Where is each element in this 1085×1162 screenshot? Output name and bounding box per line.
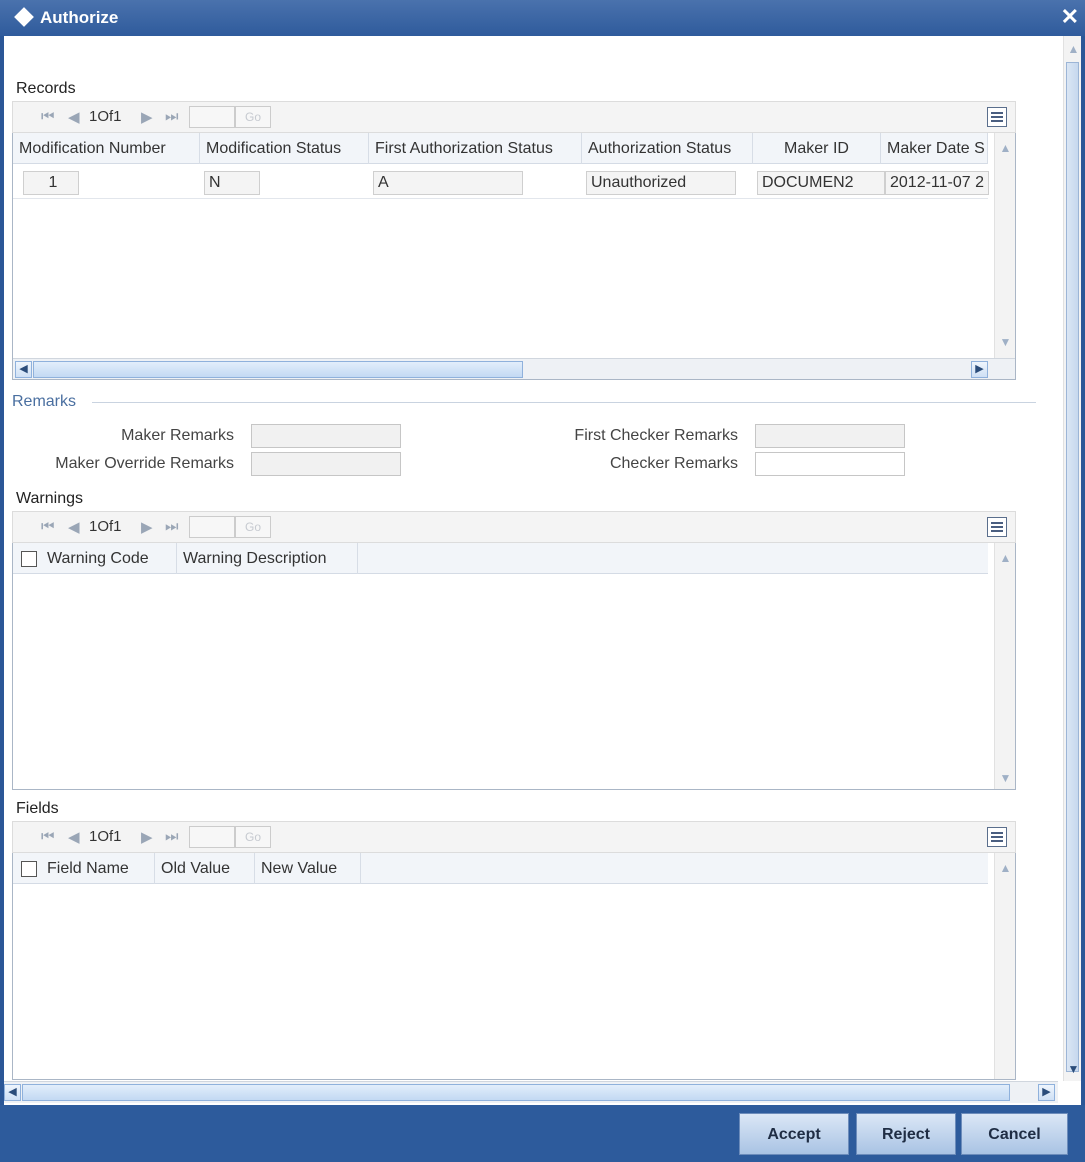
- maker-remarks-label: Maker Remarks: [121, 427, 234, 444]
- warnings-go-button[interactable]: Go: [235, 516, 271, 538]
- scroll-down-icon[interactable]: ▼: [996, 333, 1015, 351]
- first-checker-remarks-label: First Checker Remarks: [574, 427, 738, 444]
- fields-page-input[interactable]: [189, 826, 235, 848]
- prev-page-icon[interactable]: ◀: [68, 108, 80, 126]
- col-maker-date[interactable]: Maker Date S: [881, 133, 988, 164]
- accept-button[interactable]: Accept: [739, 1113, 849, 1155]
- cell-first-authorization-status: A: [373, 171, 523, 195]
- scroll-up-icon[interactable]: ▲: [1064, 40, 1081, 58]
- records-toolbar: ⏮ ◀ 1Of1 ▶ ⏭ Go: [12, 101, 1016, 133]
- select-all-checkbox[interactable]: [21, 861, 37, 877]
- checker-remarks-label: Checker Remarks: [609, 455, 738, 472]
- warnings-vertical-scrollbar[interactable]: ▲ ▼: [994, 543, 1015, 789]
- scroll-down-icon[interactable]: ▼: [1064, 1060, 1081, 1078]
- grid-settings-icon[interactable]: [987, 107, 1007, 127]
- scroll-down-icon[interactable]: ▼: [996, 769, 1015, 787]
- records-hscroll-thumb[interactable]: [33, 361, 523, 378]
- grid-settings-icon[interactable]: [987, 517, 1007, 537]
- fields-toolbar: ⏮ ◀ 1Of1 ▶ ⏭ Go: [12, 821, 1016, 853]
- cell-authorization-status: Unauthorized: [586, 171, 736, 195]
- col-warning-code[interactable]: Warning Code: [41, 543, 177, 574]
- window-title: Authorize: [40, 8, 119, 27]
- records-header: Modification Number Modification Status …: [13, 133, 988, 164]
- scroll-left-icon[interactable]: ◀: [15, 361, 32, 378]
- window-titlebar: Authorize ✕: [0, 0, 1085, 36]
- first-page-icon[interactable]: ⏮: [41, 828, 55, 845]
- prev-page-icon[interactable]: ◀: [68, 828, 80, 846]
- records-page-input[interactable]: [189, 106, 235, 128]
- cell-modification-status: N: [204, 171, 260, 195]
- col-old-value[interactable]: Old Value: [155, 853, 255, 884]
- next-page-icon[interactable]: ▶: [141, 108, 153, 126]
- records-horizontal-scrollbar[interactable]: ◀ ▶: [13, 358, 1015, 379]
- warnings-label: Warnings: [16, 490, 83, 507]
- scroll-up-icon[interactable]: ▲: [996, 139, 1015, 157]
- next-page-icon[interactable]: ▶: [141, 518, 153, 536]
- scroll-left-icon[interactable]: ◀: [4, 1084, 21, 1101]
- reject-button[interactable]: Reject: [856, 1113, 956, 1155]
- first-page-icon[interactable]: ⏮: [41, 518, 55, 535]
- scroll-up-icon[interactable]: ▲: [996, 859, 1015, 877]
- col-first-authorization-status[interactable]: First Authorization Status: [369, 133, 582, 164]
- fields-header: Field Name Old Value New Value: [13, 853, 988, 884]
- fields-go-button[interactable]: Go: [235, 826, 271, 848]
- select-all-checkbox[interactable]: [21, 551, 37, 567]
- last-page-icon[interactable]: ⏭: [165, 518, 179, 535]
- grid-settings-icon[interactable]: [987, 827, 1007, 847]
- dialog-footer: Accept Reject Cancel: [0, 1105, 1085, 1162]
- table-row[interactable]: 1 N A Unauthorized DOCUMEN2 2012-11-07 2: [13, 169, 989, 199]
- warnings-toolbar: ⏮ ◀ 1Of1 ▶ ⏭ Go: [12, 511, 1016, 543]
- cell-maker-id: DOCUMEN2: [757, 171, 885, 195]
- window-vertical-scrollbar[interactable]: ▲ ▼: [1063, 36, 1081, 1081]
- maker-override-remarks-field[interactable]: [251, 452, 401, 476]
- cell-modification-number: 1: [23, 171, 79, 195]
- warnings-header: Warning Code Warning Description: [13, 543, 988, 574]
- first-checker-remarks-field[interactable]: [755, 424, 905, 448]
- maker-override-remarks-label: Maker Override Remarks: [55, 455, 234, 472]
- records-go-button[interactable]: Go: [235, 106, 271, 128]
- warnings-page-indicator: 1Of1: [89, 518, 122, 535]
- diamond-icon: [14, 7, 34, 27]
- col-modification-number[interactable]: Modification Number: [13, 133, 200, 164]
- scroll-right-icon[interactable]: ▶: [1038, 1084, 1055, 1101]
- records-label: Records: [16, 80, 76, 97]
- fields-page-indicator: 1Of1: [89, 828, 122, 845]
- remarks-title: Remarks: [12, 393, 77, 410]
- warnings-page-input[interactable]: [189, 516, 235, 538]
- scroll-up-icon[interactable]: ▲: [996, 549, 1015, 567]
- col-field-name[interactable]: Field Name: [41, 853, 155, 884]
- col-warning-description[interactable]: Warning Description: [177, 543, 358, 574]
- close-icon[interactable]: ✕: [1061, 4, 1079, 30]
- warnings-grid: Warning Code Warning Description ▲ ▼: [12, 543, 1016, 790]
- col-modification-status[interactable]: Modification Status: [200, 133, 369, 164]
- col-new-value[interactable]: New Value: [255, 853, 361, 884]
- remarks-divider: [92, 402, 1036, 403]
- window-horizontal-scrollbar[interactable]: ◀ ▶: [4, 1081, 1058, 1103]
- records-vertical-scrollbar[interactable]: ▲ ▼: [994, 133, 1015, 358]
- cell-maker-date: 2012-11-07 2: [885, 171, 989, 195]
- records-page-indicator: 1Of1: [89, 108, 122, 125]
- maker-remarks-field[interactable]: [251, 424, 401, 448]
- col-maker-id[interactable]: Maker ID: [753, 133, 881, 164]
- scroll-thumb[interactable]: [1066, 62, 1079, 1072]
- prev-page-icon[interactable]: ◀: [68, 518, 80, 536]
- first-page-icon[interactable]: ⏮: [41, 108, 55, 125]
- next-page-icon[interactable]: ▶: [141, 828, 153, 846]
- col-authorization-status[interactable]: Authorization Status: [582, 133, 753, 164]
- checker-remarks-field[interactable]: [755, 452, 905, 476]
- dialog-body: ▲ ▼ Records ⏮ ◀ 1Of1 ▶ ⏭ Go Modification…: [4, 36, 1081, 1105]
- last-page-icon[interactable]: ⏭: [165, 828, 179, 845]
- cancel-button[interactable]: Cancel: [961, 1113, 1068, 1155]
- fields-grid: Field Name Old Value New Value ▲: [12, 853, 1016, 1080]
- scroll-right-icon[interactable]: ▶: [971, 361, 988, 378]
- fields-label: Fields: [16, 800, 59, 817]
- last-page-icon[interactable]: ⏭: [165, 108, 179, 125]
- window-hscroll-thumb[interactable]: [22, 1084, 1010, 1101]
- records-grid: Modification Number Modification Status …: [12, 133, 1016, 380]
- fields-vertical-scrollbar[interactable]: ▲: [994, 853, 1015, 1079]
